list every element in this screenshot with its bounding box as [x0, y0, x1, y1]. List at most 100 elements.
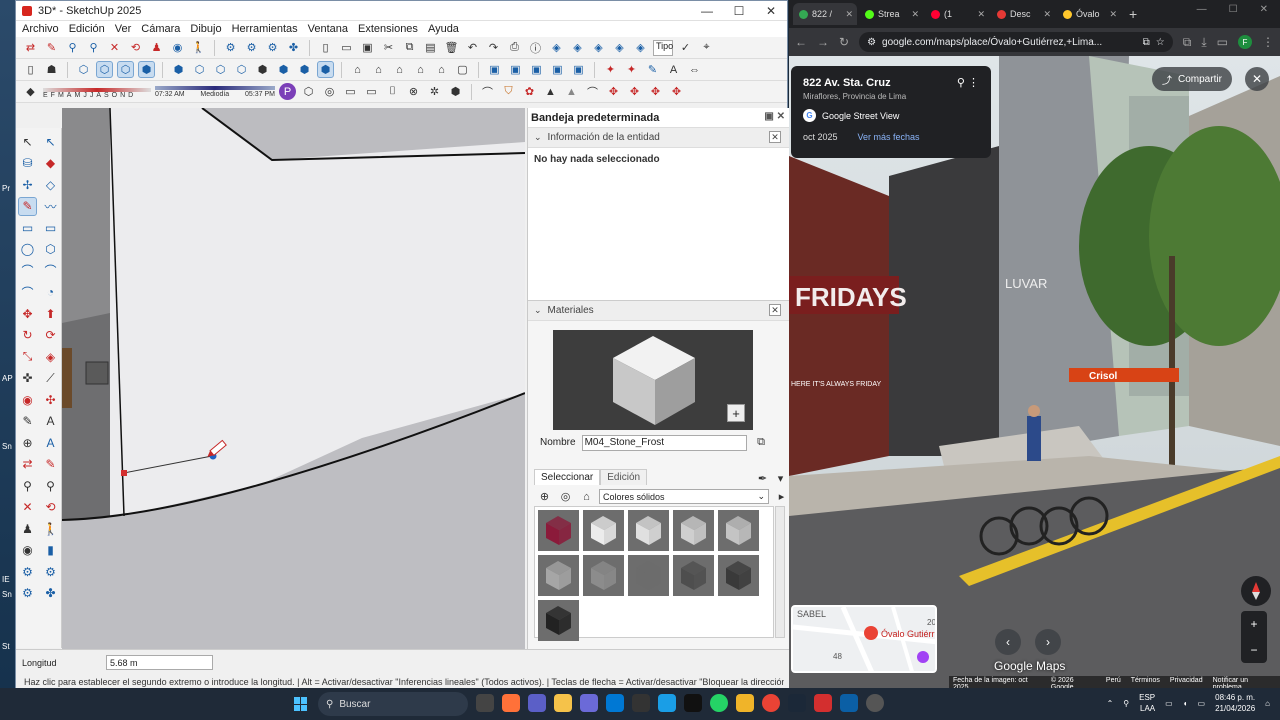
front-view-icon[interactable]: ⬡ [212, 61, 229, 78]
menu-ver[interactable]: Ver [115, 23, 132, 35]
chevron-up-icon[interactable]: ⌃ [1107, 699, 1114, 708]
share-model-icon[interactable]: ⚙ [243, 39, 260, 56]
create-material-icon[interactable]: + [727, 404, 745, 422]
cube-icon[interactable]: ⬡ [300, 83, 317, 100]
pushpull-icon[interactable]: ⬆ [41, 304, 60, 323]
browser-tab[interactable]: Óvalo ✕ [1057, 3, 1121, 25]
material-swatch[interactable] [538, 555, 579, 596]
more-dates-link[interactable]: Ver más fechas [858, 132, 920, 142]
reload-icon[interactable]: ↻ [839, 35, 849, 49]
material-name-input[interactable]: M04_Stone_Frost [581, 434, 747, 451]
extensions-icon[interactable]: ⧉ [1183, 35, 1192, 50]
followme-tool-icon[interactable]: ⟳ [41, 326, 60, 345]
browser-tab[interactable]: 822 / ✕ [793, 3, 857, 25]
ext-tool-icon[interactable]: ⚙ [18, 584, 37, 603]
text-tool-icon[interactable]: ✣ [41, 390, 60, 409]
footer-link[interactable]: Términos [1131, 677, 1160, 688]
extension-p-icon[interactable]: P [279, 83, 296, 100]
length-input[interactable]: 5.68 m [106, 655, 213, 670]
arc-icon[interactable]: ⌒ [18, 261, 37, 280]
tab-seleccionar[interactable]: Seleccionar [534, 469, 601, 485]
delete-icon[interactable]: 🗑 [443, 39, 460, 56]
tab-edicion[interactable]: Edición [600, 469, 648, 485]
section-cut-icon[interactable]: ◈ [590, 39, 607, 56]
lasso-icon[interactable]: ↖ [41, 132, 60, 151]
material-swatch[interactable] [538, 510, 579, 551]
menu-dibujo[interactable]: Dibujo [190, 23, 221, 35]
freehand-icon[interactable]: 〰 [41, 197, 60, 216]
new-icon[interactable]: ▯ [22, 61, 39, 78]
close-tab-icon[interactable]: ✕ [845, 9, 853, 20]
fill-icon[interactable]: ✿ [521, 83, 538, 100]
zoom-out-button[interactable]: − [1250, 643, 1257, 657]
tag-icon[interactable]: ◇ [41, 175, 60, 194]
close-button[interactable]: ✕ [1260, 4, 1268, 15]
swatch-scrollbar[interactable] [775, 506, 785, 638]
settings-icon[interactable]: ✲ [426, 83, 443, 100]
shape-icon[interactable]: ▲ [563, 83, 580, 100]
bookmark-icon[interactable]: ☆ [1156, 37, 1173, 48]
source-row[interactable]: G Google Street View [803, 109, 979, 122]
eyedropper-icon[interactable]: ✒ [754, 470, 771, 487]
solid-icon[interactable]: ⛉ [500, 83, 517, 100]
axes-icon[interactable]: ◈ [548, 39, 565, 56]
ext2-tool-icon[interactable]: ✤ [41, 584, 60, 603]
share-button[interactable]: ⤴ Compartir [1152, 67, 1232, 91]
pan-icon[interactable]: ✎ [41, 455, 60, 474]
section-tool-icon[interactable]: A [41, 433, 60, 452]
time-slider[interactable]: 07:32 AM Mediodía 05:37 PM [155, 84, 275, 100]
mail-icon[interactable] [606, 694, 624, 712]
store-icon[interactable] [580, 694, 598, 712]
edge-icon[interactable] [658, 694, 676, 712]
app-icon[interactable] [866, 694, 884, 712]
arc3-icon[interactable]: ⌒ [18, 283, 37, 302]
line-tool-icon[interactable]: ✎ [18, 196, 37, 216]
back-icon[interactable]: ⊕ [536, 488, 553, 505]
steam-icon[interactable] [788, 694, 806, 712]
walk-tool-icon[interactable]: 🚶 [41, 519, 60, 538]
previous-view-icon[interactable]: ⟲ [127, 39, 144, 56]
material-swatch[interactable] [583, 555, 624, 596]
whatsapp-icon[interactable] [710, 694, 728, 712]
protractor-icon[interactable]: ◉ [18, 390, 37, 409]
close-panel-icon[interactable]: ✕ [769, 304, 781, 316]
forward-icon[interactable]: → [817, 35, 829, 49]
entity-info-header[interactable]: ⌄ Información de la entidad ✕ [528, 128, 789, 148]
language-indicator[interactable]: ESP LAA [1139, 692, 1155, 714]
acrobat-icon[interactable] [814, 694, 832, 712]
arc2-icon[interactable]: ⌒ [41, 261, 60, 280]
iso-view-icon[interactable]: ⬢ [170, 61, 187, 78]
sidepanel-icon[interactable]: ▭ [1217, 35, 1228, 49]
sandbox-tool-icon[interactable]: ▮ [41, 541, 60, 560]
warehouse2-tool-icon[interactable]: ⚙ [41, 562, 60, 581]
right-view-icon[interactable]: ⬡ [233, 61, 250, 78]
minimize-button[interactable]: — [691, 1, 723, 21]
start-button[interactable] [294, 697, 308, 711]
polygon-icon[interactable]: ⬡ [41, 240, 60, 259]
circle-icon[interactable]: ◯ [18, 240, 37, 259]
component4-icon[interactable]: ▣ [549, 61, 566, 78]
clock[interactable]: 08:46 p. m. 21/04/2026 [1215, 692, 1255, 714]
close-tab-icon[interactable]: ✕ [1109, 9, 1117, 20]
house-icon[interactable]: ⌂ [349, 61, 366, 78]
orbit2-icon[interactable]: ⇄ [18, 455, 37, 474]
detail-icon[interactable]: ⧉ [753, 434, 770, 451]
firefox-icon[interactable] [502, 694, 520, 712]
teams-icon[interactable] [528, 694, 546, 712]
material-swatch[interactable] [628, 555, 669, 596]
zoom-icon[interactable]: ⚲ [64, 39, 81, 56]
component-icon[interactable]: ▣ [486, 61, 503, 78]
material-swatch[interactable] [673, 510, 714, 551]
network-icon[interactable]: ▭ [1165, 699, 1173, 708]
section-fill-icon[interactable]: ◈ [611, 39, 628, 56]
component-tool-icon[interactable]: ✢ [18, 175, 37, 194]
scene-icon[interactable]: ▭ [363, 83, 380, 100]
compass[interactable] [1241, 576, 1271, 606]
rotate-icon[interactable]: ✥ [647, 83, 664, 100]
zoom-tool-icon[interactable]: ⚲ [18, 476, 37, 495]
wireframe-icon[interactable]: ⬡ [117, 61, 134, 78]
film-icon[interactable]: ▭ [342, 83, 359, 100]
maximize-button[interactable]: ☐ [723, 1, 755, 21]
location-icon[interactable]: ⚲ [1123, 699, 1129, 708]
browser-tab[interactable]: Desc ✕ [991, 3, 1055, 25]
